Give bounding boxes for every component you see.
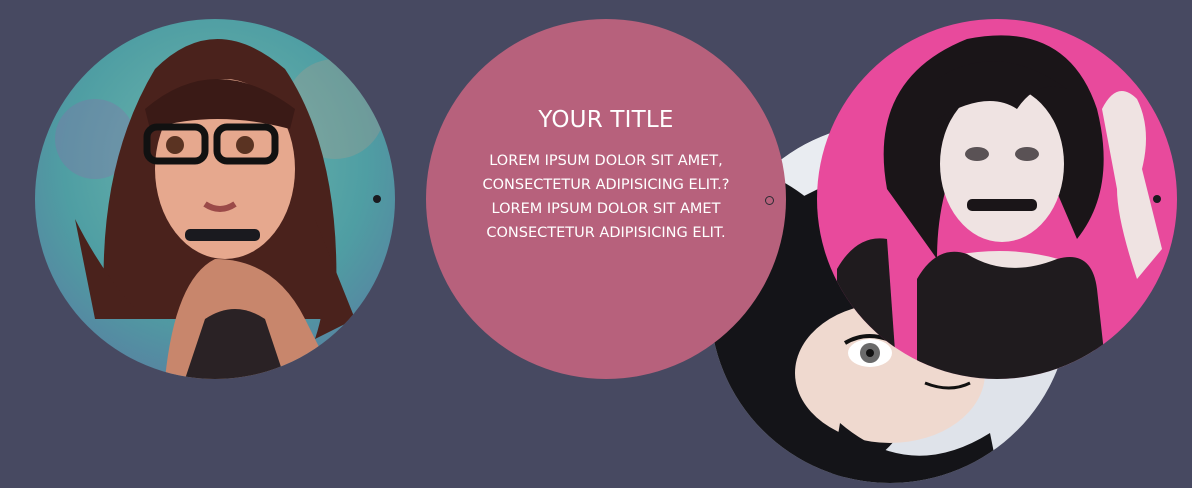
indicator-dot <box>765 196 774 205</box>
indicator-dot <box>373 195 381 203</box>
indicator-dot <box>1153 195 1161 203</box>
caption-title: YOUR TITLE <box>538 107 674 133</box>
caption-text: LOREM IPSUM DOLOR SIT AMET, CONSECTETUR … <box>446 149 766 245</box>
caption-line: LOREM IPSUM DOLOR SIT AMET, <box>489 153 723 169</box>
caption: YOUR TITLE LOREM IPSUM DOLOR SIT AMET, C… <box>426 107 786 245</box>
caption-line: LOREM IPSUM DOLOR SIT AMET <box>491 201 721 217</box>
caption-line: CONSECTETUR ADIPISICING ELIT. <box>486 225 726 241</box>
portrait-glasses-girl[interactable] <box>35 19 395 379</box>
portrait-pink-background-girl[interactable] <box>817 19 1177 379</box>
portrait-glasses-girl-illustration <box>35 19 395 379</box>
caption-line: CONSECTETUR ADIPISICING ELIT.? <box>482 177 730 193</box>
portrait-pink-background-girl-illustration <box>817 19 1177 379</box>
caption-circle: YOUR TITLE LOREM IPSUM DOLOR SIT AMET, C… <box>426 19 786 379</box>
